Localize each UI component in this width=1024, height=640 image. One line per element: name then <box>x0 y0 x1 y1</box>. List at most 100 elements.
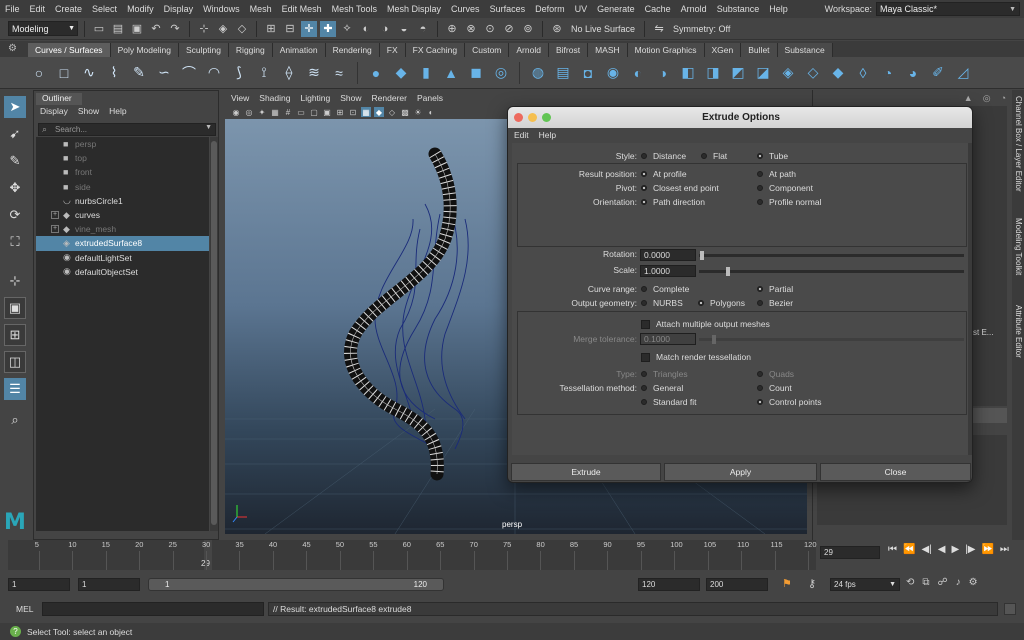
extrude-button[interactable]: Extrude <box>511 463 661 481</box>
undo-icon[interactable]: ↶ <box>148 21 164 37</box>
help-icon[interactable]: ◔ <box>1001 93 1006 104</box>
shelf-tab-fx-caching[interactable]: FX Caching <box>405 43 466 57</box>
character-set-icon[interactable]: ☍ <box>938 577 948 588</box>
menu-file[interactable]: File <box>0 4 25 14</box>
go-to-end-icon[interactable]: ⏭ <box>1000 544 1009 555</box>
script-editor-button[interactable] <box>1004 603 1016 615</box>
ep-curve-icon[interactable]: ∿ <box>80 64 98 82</box>
nurbs-cone-icon[interactable]: ▲ <box>442 64 460 82</box>
style-distance-radio[interactable]: Distance <box>641 151 686 161</box>
step-forward-key-icon[interactable]: ⏩ <box>981 544 993 555</box>
bookmark-icon[interactable]: ✦ <box>257 107 267 117</box>
mask-icon[interactable]: ⊟ <box>282 21 298 37</box>
dialog-menu-edit[interactable]: Edit <box>514 130 529 140</box>
curve-range-partial-radio[interactable]: Partial <box>757 284 793 294</box>
shelf-tab-bifrost[interactable]: Bifrost <box>548 43 589 57</box>
tess-standard-fit-radio[interactable]: Standard fit <box>641 397 696 407</box>
resolution-gate-icon[interactable]: ▢ <box>309 107 319 117</box>
curve-attach-icon[interactable]: ⟟ <box>255 64 273 82</box>
chevron-down-icon[interactable]: ▼ <box>205 124 212 131</box>
scale-slider-handle[interactable] <box>726 267 730 276</box>
shelf-tab-fx[interactable]: FX <box>379 43 406 57</box>
dialog-title[interactable]: Extrude Options <box>508 107 972 128</box>
gear-icon[interactable]: ⚙ <box>8 43 17 54</box>
nurbs-torus-icon[interactable]: ◎ <box>492 64 510 82</box>
search-icon[interactable]: ⌕ <box>4 409 26 431</box>
trim-tool-icon[interactable]: ◈ <box>779 64 797 82</box>
viewport-menu-panels[interactable]: Panels <box>417 93 443 103</box>
nurbs-sphere-icon[interactable]: ● <box>367 64 385 82</box>
match-render-checkbox[interactable]: Match render tessellation <box>641 352 751 362</box>
style-flat-radio[interactable]: Flat <box>701 151 727 161</box>
viewport-menu-view[interactable]: View <box>231 93 249 103</box>
shelf-tab-animation[interactable]: Animation <box>272 43 326 57</box>
nurbs-cylinder-icon[interactable]: ▮ <box>417 64 435 82</box>
loft-icon[interactable]: ▤ <box>554 64 572 82</box>
shelf-tab-custom[interactable]: Custom <box>465 43 510 57</box>
output-bezier-radio[interactable]: Bezier <box>757 298 793 308</box>
result-at-profile-radio[interactable]: At profile <box>641 169 687 179</box>
last-tool-icon[interactable]: ⊹ <box>4 270 26 292</box>
smooth-shade-icon[interactable]: ◆ <box>374 107 384 117</box>
tess-general-radio[interactable]: General <box>641 383 683 393</box>
tab-channel-box[interactable]: Channel Box / Layer Editor <box>1013 96 1023 192</box>
viewport-menu-shading[interactable]: Shading <box>259 93 290 103</box>
play-backwards-icon[interactable]: ◀ <box>938 544 946 555</box>
image-plane-icon[interactable]: ▦ <box>270 107 280 117</box>
gate-mask-icon[interactable]: ▣ <box>322 107 332 117</box>
outliner-item-persp[interactable]: ■ persp <box>36 137 209 151</box>
select-joints-icon[interactable]: ✚ <box>320 20 336 37</box>
paint-select-icon[interactable]: ✎ <box>4 150 26 172</box>
attach-surfaces-icon[interactable]: ◆ <box>829 64 847 82</box>
open-scene-icon[interactable]: ▤ <box>110 21 126 37</box>
menu-help[interactable]: Help <box>764 4 793 14</box>
outliner-tab[interactable]: Outliner <box>36 93 82 105</box>
open-close-icon[interactable]: ◔ <box>879 64 897 82</box>
animation-end-field[interactable]: 200 <box>706 578 768 591</box>
animation-start-field[interactable]: 1 <box>8 578 70 591</box>
pivot-closest-end-radio[interactable]: Closest end point <box>641 183 719 193</box>
outliner-item-defaultlightset[interactable]: ◉ defaultLightSet <box>36 251 209 265</box>
insert-isoparm-icon[interactable]: ◕ <box>904 64 922 82</box>
select-curves-icon[interactable]: ⟡ <box>339 21 355 37</box>
anim-layer-icon[interactable]: ⧉ <box>922 577 929 588</box>
shelf-tab-motion-graphics[interactable]: Motion Graphics <box>627 43 705 57</box>
camera-select-icon[interactable]: ◉ <box>231 107 241 117</box>
single-pane-layout-icon[interactable]: ▣ <box>4 297 26 319</box>
curve-fillet-icon[interactable]: ⟆ <box>230 64 248 82</box>
menu-select[interactable]: Select <box>87 4 122 14</box>
nurbs-cube-icon[interactable]: ◆ <box>392 64 410 82</box>
command-input[interactable] <box>42 602 264 616</box>
rotation-slider-handle[interactable] <box>700 251 704 260</box>
live-surface-text[interactable]: No Live Surface <box>568 24 638 34</box>
maximize-window-icon[interactable] <box>542 113 551 122</box>
orientation-path-direction-radio[interactable]: Path direction <box>641 197 705 207</box>
select-surfaces-icon[interactable]: ◐ <box>358 21 374 37</box>
pivot-component-radio[interactable]: Component <box>757 183 813 193</box>
symmetry-text[interactable]: Symmetry: Off <box>670 24 733 34</box>
menu-generate[interactable]: Generate <box>592 4 640 14</box>
sculpt-geometry-icon[interactable]: ✐ <box>929 64 947 82</box>
menu-display[interactable]: Display <box>159 4 199 14</box>
fps-dropdown[interactable]: 24 fps ▼ <box>830 578 900 591</box>
select-tool-icon[interactable]: ➤ <box>4 96 26 118</box>
scale-slider[interactable] <box>699 270 964 273</box>
step-forward-frame-icon[interactable]: |▶ <box>965 544 975 555</box>
outliner-menu-help[interactable]: Help <box>109 106 126 116</box>
tab-attribute-editor[interactable]: Attribute Editor <box>1013 305 1023 358</box>
outliner-menu-show[interactable]: Show <box>78 106 99 116</box>
project-curve-icon[interactable]: ◩ <box>729 64 747 82</box>
rotation-field[interactable]: 0.0000 <box>640 249 696 261</box>
birail-icon[interactable]: ◐ <box>629 64 647 82</box>
output-nurbs-radio[interactable]: NURBS <box>641 298 683 308</box>
select-dynamics-icon[interactable]: ◒ <box>396 21 412 37</box>
menu-surfaces[interactable]: Surfaces <box>485 4 531 14</box>
pin-icon[interactable]: ▲ <box>964 93 973 104</box>
menu-mesh-display[interactable]: Mesh Display <box>382 4 446 14</box>
make-live-icon[interactable]: ⊚ <box>520 21 536 37</box>
curve-offset-icon[interactable]: ≈ <box>330 64 348 82</box>
playback-start-field[interactable]: 1 <box>78 578 140 591</box>
workspace-dropdown[interactable]: Maya Classic* ▼ <box>876 2 1020 16</box>
lasso-tool-icon[interactable]: ➹ <box>4 123 26 145</box>
scale-field[interactable]: 1.0000 <box>640 265 696 277</box>
